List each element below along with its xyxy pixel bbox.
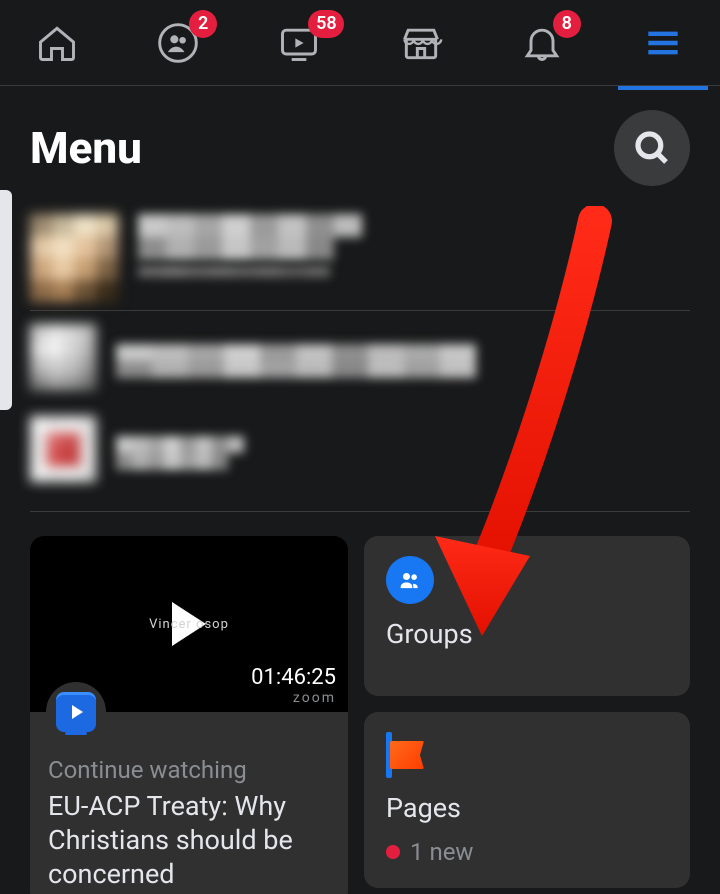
avatar	[30, 324, 96, 390]
friends-badge: 2	[189, 10, 217, 38]
search-icon	[631, 127, 673, 169]
groups-label: Groups	[386, 618, 668, 650]
pages-card[interactable]: Pages 1 new	[364, 712, 690, 888]
video-duration: 01:46:25 zoom	[251, 665, 336, 706]
nav-home[interactable]	[30, 16, 84, 70]
new-dot-icon	[386, 845, 400, 859]
groups-card[interactable]: Groups	[364, 536, 690, 696]
video-thumbnail[interactable]: Vincer osop 01:46:25 zoom	[30, 536, 348, 712]
nav-marketplace[interactable]	[394, 16, 448, 70]
nav-friends[interactable]: 2	[151, 16, 205, 70]
video-card[interactable]: Vincer osop 01:46:25 zoom Continue watch…	[30, 536, 348, 894]
avatar	[30, 416, 96, 482]
video-source-caption: zoom	[251, 690, 336, 706]
notifications-badge: 8	[553, 10, 581, 38]
nav-watch[interactable]: 58	[272, 16, 326, 70]
home-icon	[35, 21, 79, 65]
account-name-redacted	[116, 344, 476, 378]
search-button[interactable]	[614, 110, 690, 186]
video-title: EU-ACP Treaty: Why Christians should be …	[48, 790, 330, 891]
continue-watching-label: Continue watching	[48, 756, 330, 784]
menu-header: Menu	[30, 110, 690, 186]
pages-sub-text: 1 new	[410, 838, 473, 866]
watch-tv-icon	[56, 692, 96, 732]
avatar	[30, 214, 118, 302]
video-duration-value: 01:46:25	[251, 665, 336, 690]
watch-badge: 58	[308, 10, 344, 38]
account-name-redacted	[116, 436, 276, 470]
nav-notifications[interactable]: 8	[515, 16, 569, 70]
accounts-list	[30, 214, 690, 495]
hamburger-icon	[641, 21, 685, 65]
menu-content: Menu	[0, 86, 720, 894]
pages-icon	[386, 732, 668, 778]
watch-badge	[46, 682, 106, 742]
section-divider	[30, 511, 690, 512]
account-sub-redacted	[138, 266, 378, 288]
groups-icon	[386, 556, 434, 604]
account-row[interactable]	[30, 214, 690, 311]
nav-menu[interactable]	[636, 16, 690, 70]
page-title: Menu	[30, 122, 142, 174]
top-nav: 2 58 8	[0, 0, 720, 86]
marketplace-icon	[399, 21, 443, 65]
menu-cards: Vincer osop 01:46:25 zoom Continue watch…	[30, 536, 690, 894]
account-row[interactable]	[30, 403, 690, 495]
video-overlay-text: Vincer osop	[149, 617, 229, 632]
pages-subtitle: 1 new	[386, 838, 668, 866]
account-row[interactable]	[30, 311, 690, 403]
account-name-redacted	[138, 214, 418, 260]
pages-label: Pages	[386, 792, 668, 824]
